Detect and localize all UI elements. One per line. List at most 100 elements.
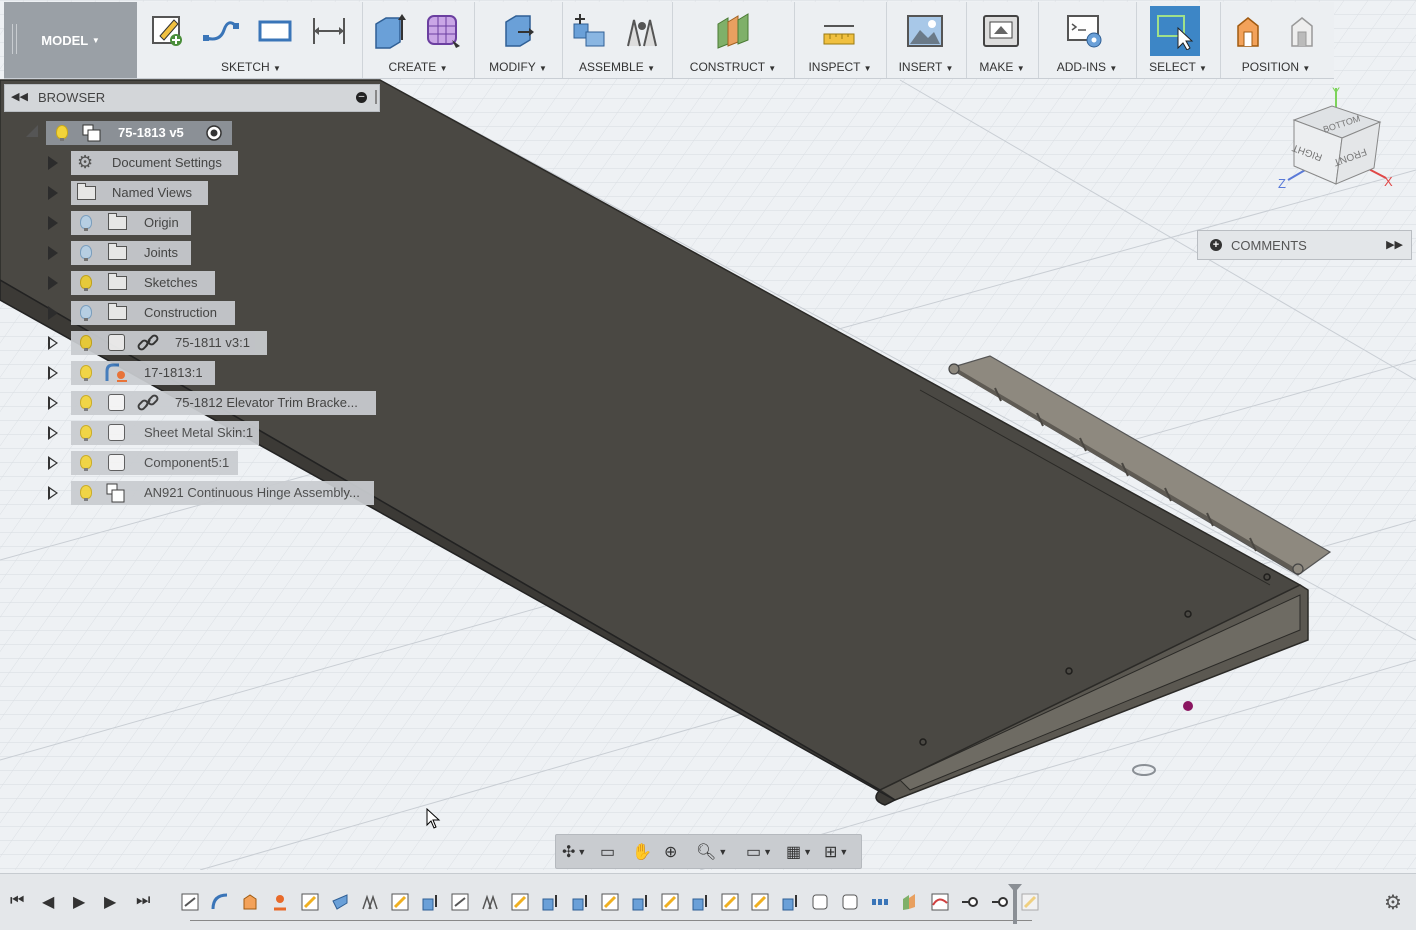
- zoom-icon[interactable]: ⊕: [664, 841, 677, 863]
- expand-arrow-icon[interactable]: [48, 306, 58, 320]
- go-to-start-icon[interactable]: ⏮: [10, 892, 24, 910]
- timeline-extrude-icon[interactable]: [631, 893, 649, 911]
- timeline-joint-icon[interactable]: [361, 893, 379, 911]
- measure-icon[interactable]: [820, 12, 858, 50]
- panel-drag-handle[interactable]: [375, 90, 377, 104]
- timeline-sketch-icon[interactable]: [601, 893, 619, 911]
- timeline-extrude-icon[interactable]: [421, 893, 439, 911]
- expand-toggle-icon[interactable]: [26, 125, 38, 137]
- make-group[interactable]: MAKE ▼: [966, 2, 1039, 78]
- create-group[interactable]: CREATE ▼: [362, 2, 475, 78]
- origin-point[interactable]: [1183, 701, 1193, 711]
- expand-arrow-icon[interactable]: [48, 156, 58, 170]
- select-group[interactable]: SELECT ▼: [1136, 2, 1221, 78]
- step-back-icon[interactable]: ◀: [42, 892, 54, 912]
- tree-item-75-1811[interactable]: 75-1811 v3:1: [48, 331, 278, 355]
- insert-image-icon[interactable]: [906, 12, 944, 50]
- spline-icon[interactable]: [202, 12, 240, 50]
- expand-arrow-icon[interactable]: [48, 366, 58, 380]
- timeline-sketch-icon[interactable]: [751, 893, 769, 911]
- pan-hand-icon[interactable]: ✋: [632, 841, 652, 863]
- expand-arrow-icon[interactable]: [48, 456, 58, 470]
- expand-arrow-icon[interactable]: [48, 186, 58, 200]
- timeline-joint-origin-icon[interactable]: [991, 893, 1009, 911]
- activate-radio-icon[interactable]: [205, 124, 223, 142]
- visibility-bulb-icon[interactable]: [80, 215, 92, 231]
- timeline-body-icon[interactable]: [841, 893, 859, 911]
- dimension-icon[interactable]: [310, 12, 348, 50]
- timeline-feature-icon[interactable]: [241, 893, 259, 911]
- assemble-group[interactable]: ASSEMBLE ▼: [562, 2, 673, 78]
- settings-gear-icon[interactable]: ⚙: [1384, 890, 1402, 915]
- expand-arrow-icon[interactable]: [48, 246, 58, 260]
- tree-item-origin[interactable]: Origin: [48, 211, 248, 235]
- construct-group[interactable]: CONSTRUCT ▼: [672, 2, 795, 78]
- timeline-joint-origin-icon[interactable]: [961, 893, 979, 911]
- visibility-bulb-icon[interactable]: [80, 245, 92, 261]
- addins-group[interactable]: ADD-INS ▼: [1038, 2, 1137, 78]
- press-pull-icon[interactable]: [498, 12, 536, 50]
- look-at-icon[interactable]: ▭: [600, 841, 615, 863]
- timeline-feature-icon[interactable]: [331, 893, 349, 911]
- viewports-icon[interactable]: ⊞ ▼: [824, 841, 848, 863]
- insert-group[interactable]: INSERT ▼: [886, 2, 967, 78]
- timeline-pattern-icon[interactable]: [871, 893, 889, 911]
- tree-item-named-views[interactable]: Named Views: [48, 181, 248, 205]
- timeline-sketch-icon[interactable]: [661, 893, 679, 911]
- tree-item-component5[interactable]: Component5:1: [48, 451, 278, 475]
- expand-arrow-icon[interactable]: [48, 426, 58, 440]
- visibility-bulb-icon[interactable]: [80, 275, 92, 291]
- timeline-sketch-icon[interactable]: [721, 893, 739, 911]
- grid-settings-icon[interactable]: ▦ ▼: [786, 841, 812, 863]
- visibility-bulb-icon[interactable]: [80, 455, 92, 471]
- revert-position-icon[interactable]: [1284, 12, 1322, 50]
- comments-panel[interactable]: + COMMENTS ▶▶: [1197, 230, 1412, 260]
- toolbar-grip[interactable]: [12, 24, 17, 54]
- form-icon[interactable]: [424, 12, 462, 50]
- expand-arrow-icon[interactable]: [48, 216, 58, 230]
- workspace-switcher[interactable]: MODEL ▼: [4, 2, 137, 78]
- browser-panel-header[interactable]: ◀◀ BROWSER –: [4, 84, 380, 112]
- minimize-icon[interactable]: –: [356, 92, 367, 103]
- visibility-bulb-icon[interactable]: [80, 365, 92, 381]
- orbit-icon[interactable]: ✣ ▼: [562, 841, 586, 863]
- visibility-bulb-icon[interactable]: [80, 395, 92, 411]
- timeline-sketch-icon[interactable]: [511, 893, 529, 911]
- expand-arrow-icon[interactable]: [48, 336, 58, 350]
- timeline-feature-icon[interactable]: [271, 893, 289, 911]
- add-comment-icon[interactable]: +: [1210, 239, 1222, 251]
- tree-item-document-settings[interactable]: ⚙ Document Settings: [48, 151, 248, 175]
- offset-plane-icon[interactable]: [714, 12, 752, 50]
- tree-item-sketches[interactable]: Sketches: [48, 271, 248, 295]
- timeline-extrude-icon[interactable]: [571, 893, 589, 911]
- scripts-addins-icon[interactable]: [1066, 12, 1104, 50]
- timeline-form-icon[interactable]: [931, 893, 949, 911]
- timeline-marker[interactable]: [1008, 884, 1022, 924]
- tree-item-joints[interactable]: Joints: [48, 241, 248, 265]
- expand-comments-icon[interactable]: ▶▶: [1386, 238, 1403, 251]
- go-to-end-icon[interactable]: ⏭: [136, 892, 150, 910]
- step-forward-icon[interactable]: ▶: [104, 892, 116, 912]
- tree-item-17-1813[interactable]: 17-1813:1: [48, 361, 248, 385]
- inspect-group[interactable]: INSPECT ▼: [794, 2, 887, 78]
- timeline-feature-icon[interactable]: [181, 893, 199, 911]
- timeline-extrude-icon[interactable]: [781, 893, 799, 911]
- tree-item-construction[interactable]: Construction: [48, 301, 248, 325]
- timeline-extrude-icon[interactable]: [691, 893, 709, 911]
- fit-zoom-icon[interactable]: 🔍︎ ▼: [696, 841, 727, 863]
- expand-arrow-icon[interactable]: [48, 396, 58, 410]
- visibility-bulb-icon[interactable]: [80, 485, 92, 501]
- 3d-print-icon[interactable]: [982, 12, 1020, 50]
- display-settings-icon[interactable]: ▭ ▼: [746, 841, 772, 863]
- capture-position-icon[interactable]: [1230, 12, 1268, 50]
- extrude-icon[interactable]: [370, 12, 408, 50]
- timeline-sketch-icon[interactable]: [1021, 893, 1039, 911]
- root-component[interactable]: 75-1813 v5: [46, 121, 232, 145]
- expand-arrow-icon[interactable]: [48, 276, 58, 290]
- timeline-track[interactable]: [190, 920, 1032, 921]
- play-icon[interactable]: ▶: [73, 892, 85, 912]
- position-group[interactable]: POSITION ▼: [1220, 2, 1332, 78]
- sketch-group[interactable]: SKETCH ▼: [140, 2, 363, 78]
- modify-group[interactable]: MODIFY ▼: [474, 2, 563, 78]
- tree-item-75-1812[interactable]: 75-1812 Elevator Trim Bracke...: [48, 391, 378, 415]
